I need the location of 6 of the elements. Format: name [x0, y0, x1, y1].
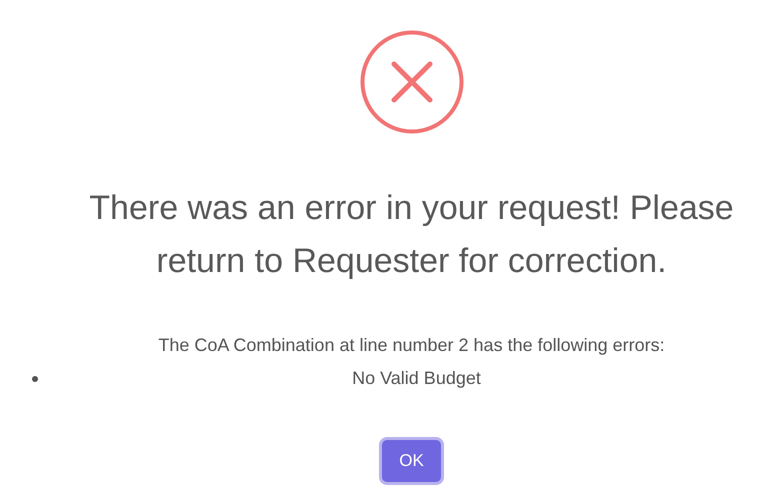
- error-icon: [360, 30, 464, 134]
- dialog-message: The CoA Combination at line number 2 has the following errors:: [158, 334, 665, 357]
- error-item: No Valid Budget: [351, 367, 482, 390]
- bullet-icon: [32, 376, 38, 382]
- ok-button[interactable]: OK: [382, 440, 441, 482]
- dialog-title: There was an error in your request! Please return to Requester for correction.: [88, 188, 735, 282]
